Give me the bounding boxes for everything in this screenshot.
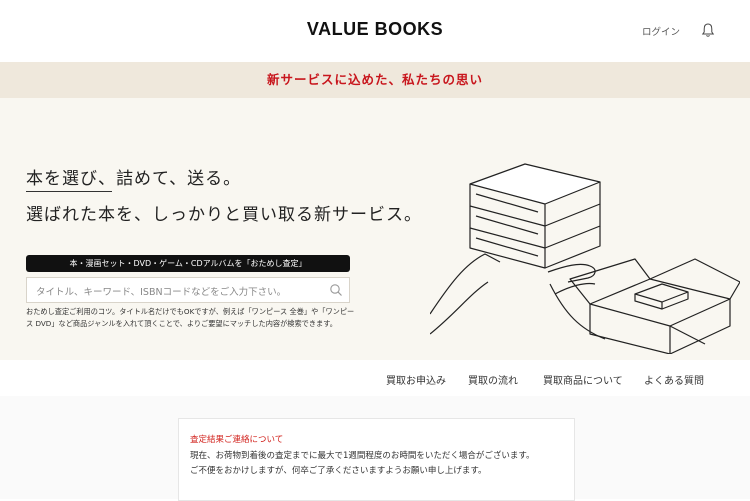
main-nav: 買取お申込み 買取の流れ 買取商品について よくある質問 (0, 360, 750, 397)
headline-underline (26, 191, 112, 192)
notice-line-2: ご不便をおかけしますが、何卒ご了承くださいますようお願い申し上げます。 (190, 466, 487, 476)
nav-faq[interactable]: よくある質問 (644, 372, 704, 387)
nav-flow[interactable]: 買取の流れ (468, 372, 518, 387)
content-area: 査定結果ご連絡について 現在、お荷物到着後の査定までに最大で1週間程度のお時間を… (0, 396, 750, 501)
notice-title: 査定結果ご連絡について (190, 435, 284, 445)
notice-box: 査定結果ご連絡について 現在、お荷物到着後の査定までに最大で1週間程度のお時間を… (178, 418, 575, 501)
nav-products[interactable]: 買取商品について (543, 372, 623, 387)
notice-line-1: 現在、お荷物到着後の査定までに最大で1週間程度のお時間をいただく場合がございます… (190, 451, 535, 461)
search-placeholder: タイトル、キーワード、ISBNコードなどをご入力下さい。 (36, 287, 287, 298)
service-banner[interactable]: 新サービスに込めた、私たちの思い (0, 62, 750, 98)
login-link[interactable]: ログイン (642, 24, 680, 38)
bell-icon[interactable] (700, 22, 716, 38)
hero-headline-2: 選ばれた本を、しっかりと買い取る新サービス。 (26, 205, 422, 225)
search-tip-text: おためし査定ご利用のコツ。タイトル名だけでもOKですが、例えば「ワンピース 全巻… (26, 307, 355, 328)
site-logo[interactable]: VALUE BOOKS (0, 19, 750, 40)
books-box-illustration (430, 163, 740, 354)
site-header: VALUE BOOKS ログイン (0, 0, 750, 62)
hero-section: 本を選び、詰めて、送る。 選ばれた本を、しっかりと買い取る新サービス。 本・漫画… (0, 98, 750, 360)
search-input[interactable]: タイトル、キーワード、ISBNコードなどをご入力下さい。 (26, 277, 350, 303)
nav-apply[interactable]: 買取お申込み (386, 372, 446, 387)
hero-headline-1: 本を選び、詰めて、送る。 (26, 164, 241, 192)
trial-appraisal-pill: 本・漫画セット・DVD・ゲーム・CDアルバムを「おためし査定」 (26, 255, 350, 272)
search-icon[interactable] (329, 283, 343, 297)
